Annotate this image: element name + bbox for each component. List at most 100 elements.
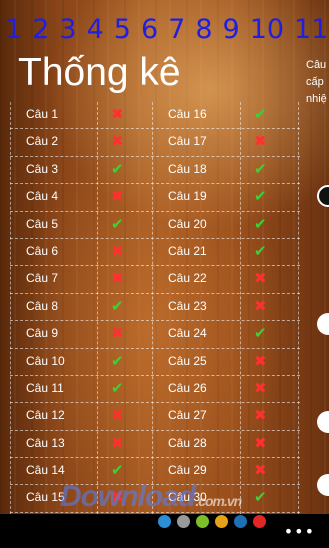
question-number-2[interactable]: 2	[32, 14, 49, 45]
question-number-5[interactable]: 5	[114, 14, 131, 45]
check-icon: ✔	[254, 214, 267, 233]
theme-color-dot[interactable]	[253, 515, 266, 528]
question-number-10[interactable]: 10	[250, 14, 284, 45]
cross-icon: ✖	[254, 433, 267, 452]
question-label: Câu 12	[26, 408, 65, 423]
check-icon: ✔	[111, 461, 124, 480]
cross-icon: ✖	[111, 241, 124, 260]
cross-icon: ✖	[254, 378, 267, 397]
table-row: Câu 13 ✖ Câu 28 ✖	[10, 431, 300, 459]
question-label: Câu 20	[168, 216, 207, 231]
question-label: Câu 2	[26, 134, 59, 149]
check-icon: ✔	[254, 241, 267, 260]
question-number-11[interactable]: 11	[294, 14, 328, 45]
check-icon: ✔	[111, 159, 124, 178]
question-label: Câu 29	[168, 463, 207, 478]
question-label: Câu 16	[168, 107, 207, 121]
peek-line-2: cấp	[306, 76, 324, 88]
question-label: Câu 4	[26, 189, 59, 204]
question-label: Câu 23	[168, 298, 207, 313]
question-label: Câu 18	[168, 161, 207, 176]
cross-icon: ✖	[254, 461, 267, 480]
cross-icon: ✖	[111, 433, 124, 452]
question-label: Câu 3	[26, 161, 59, 176]
question-label: Câu 5	[26, 216, 59, 231]
question-label: Câu 8	[26, 298, 59, 313]
more-menu-button[interactable]: •••	[284, 522, 315, 541]
question-number-9[interactable]: 9	[223, 14, 240, 45]
cross-icon: ✖	[254, 296, 267, 315]
question-number-4[interactable]: 4	[87, 14, 104, 45]
peek-line-1: Câu	[306, 59, 327, 71]
cross-icon: ✖	[254, 269, 267, 288]
question-label: Câu 21	[168, 243, 207, 258]
question-number-3[interactable]: 3	[59, 14, 76, 45]
question-number-6[interactable]: 6	[141, 14, 158, 45]
question-number-7[interactable]: 7	[168, 14, 185, 45]
cross-icon: ✖	[111, 269, 124, 288]
table-row: Câu 7 ✖ Câu 22 ✖	[10, 266, 300, 295]
table-row: Câu 6 ✖ Câu 21 ✔	[10, 239, 300, 267]
table-row: Câu 5 ✔ Câu 20 ✔	[10, 212, 300, 240]
theme-color-dot[interactable]	[215, 515, 228, 528]
question-label: Câu 27	[168, 408, 207, 423]
question-label: Câu 7	[26, 271, 59, 286]
question-label: Câu 17	[168, 134, 207, 149]
question-label: Câu 26	[168, 380, 207, 395]
cross-icon: ✖	[111, 187, 124, 206]
question-label: Câu 6	[26, 243, 59, 258]
cross-icon: ✖	[254, 406, 267, 425]
check-icon: ✔	[254, 488, 267, 507]
question-label: Câu 25	[168, 353, 207, 368]
question-label: Câu 24	[168, 326, 207, 341]
table-row: Câu 12 ✖ Câu 27 ✖	[10, 403, 300, 432]
watermark-suffix: .com.vn	[195, 493, 242, 509]
table-row: Câu 8 ✔ Câu 23 ✖	[10, 294, 300, 322]
table-row: Câu 1 ✖ Câu 16 ✔	[10, 102, 300, 130]
cross-icon: ✖	[254, 351, 267, 370]
question-number-1[interactable]: 1	[5, 14, 22, 45]
table-row: Câu 3 ✔ Câu 18 ✔	[10, 157, 300, 185]
question-label: Câu 22	[168, 271, 207, 286]
cross-icon: ✖	[111, 105, 124, 123]
theme-color-dot[interactable]	[158, 515, 171, 528]
question-label: Câu 11	[26, 380, 64, 395]
table-row: Câu 4 ✖ Câu 19 ✔	[10, 184, 300, 212]
peek-line-3: nhiệ	[306, 93, 327, 105]
question-number-strip[interactable]: 1 2 3 4 5 6 7 8 9 10 11	[5, 14, 329, 45]
check-icon: ✔	[111, 351, 124, 370]
check-icon: ✔	[254, 105, 267, 123]
check-icon: ✔	[254, 159, 267, 178]
cross-icon: ✖	[111, 406, 124, 425]
statistics-table: Câu 1 ✖ Câu 16 ✔ Câu 2 ✖ Câu 17 ✖ Câu 3 ✔ Câu 18 ✔ C…	[10, 102, 300, 514]
table-row: Câu 10 ✔ Câu 25 ✖	[10, 349, 300, 377]
question-label: Câu 19	[168, 189, 207, 204]
check-icon: ✔	[111, 214, 124, 233]
question-label: Câu 9	[26, 326, 59, 341]
cross-icon: ✖	[111, 324, 124, 343]
cross-icon: ✖	[254, 132, 267, 151]
check-icon: ✔	[254, 187, 267, 206]
check-icon: ✔	[111, 296, 124, 315]
check-icon: ✔	[111, 378, 124, 397]
check-icon: ✔	[254, 324, 267, 343]
question-label: Câu 10	[26, 353, 65, 368]
table-row: Câu 2 ✖ Câu 17 ✖	[10, 129, 300, 158]
page-title: Thống kê	[18, 51, 181, 94]
question-label: Câu 1	[26, 107, 59, 121]
theme-color-dot[interactable]	[234, 515, 247, 528]
question-label: Câu 14	[26, 463, 65, 478]
color-dot-row	[158, 515, 266, 528]
cross-icon: ✖	[111, 132, 124, 151]
question-label: Câu 15	[26, 490, 65, 505]
watermark-logo: Download.com.vn	[60, 480, 242, 514]
table-row: Câu 11 ✔ Câu 26 ✖	[10, 376, 300, 404]
question-number-8[interactable]: 8	[195, 14, 212, 45]
next-page-peek[interactable]: Câu cấp nhiệ	[306, 57, 327, 108]
question-label: Câu 13	[26, 435, 65, 450]
question-label: Câu 28	[168, 435, 207, 450]
theme-color-dot[interactable]	[177, 515, 190, 528]
table-row: Câu 9 ✖ Câu 24 ✔	[10, 321, 300, 349]
watermark-brand: Download	[60, 480, 196, 513]
theme-color-dot[interactable]	[196, 515, 209, 528]
